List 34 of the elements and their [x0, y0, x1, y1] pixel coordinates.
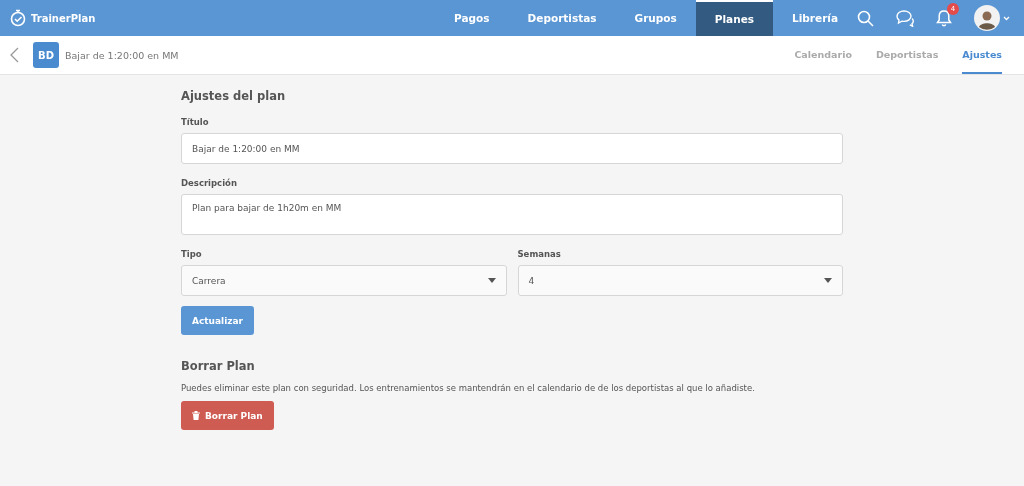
stopwatch-check-icon [10, 9, 26, 27]
caret-icon[interactable] [1003, 15, 1010, 21]
app-logo-text[interactable]: TrainerPlan [31, 12, 96, 24]
delete-plan-button[interactable]: Borrar Plan [181, 401, 274, 430]
dropdown-caret-icon [487, 278, 496, 283]
weeks-dropdown[interactable]: 4 [517, 265, 843, 296]
field-label: Descripción [181, 178, 238, 188]
section-heading: Ajustes del plan [181, 89, 287, 103]
bell-icon[interactable] [936, 9, 952, 27]
plan-title: Bajar de 1:20:00 en MM [65, 49, 179, 61]
type-dropdown[interactable]: Carrera [181, 265, 507, 296]
sub-tab[interactable]: Deportistas [875, 36, 939, 74]
dropdown-caret-icon [824, 278, 832, 283]
sub-tab[interactable]: Ajustes [962, 36, 1002, 74]
search-icon[interactable] [857, 9, 874, 27]
user-avatar[interactable] [974, 5, 1000, 31]
trash-icon [192, 411, 200, 420]
section-heading: Borrar Plan [181, 359, 256, 373]
nav-tab[interactable]: Pagos [435, 0, 509, 36]
back-icon[interactable] [10, 47, 19, 63]
field-label: Semanas [517, 249, 562, 259]
update-button[interactable]: Actualizar [181, 306, 254, 335]
description-text-area[interactable]: Plan para bajar de 1h20m en MM [181, 194, 843, 235]
chat-bubbles-icon[interactable] [896, 9, 914, 27]
delete-description: Puedes eliminar este plan con seguridad. Los entrenamientos se mantendrán en el calendario de de los deportistas al que lo añadiste. [181, 383, 756, 393]
plan-initials-avatar: BD [33, 42, 59, 68]
title-input-field[interactable]: Bajar de 1:20:00 en MM [181, 133, 843, 164]
nav-tab[interactable]: Librería [773, 0, 857, 36]
sub-tab[interactable]: Calendario [794, 36, 852, 74]
nav-tab[interactable]: Planes [695, 0, 774, 36]
field-label: Tipo [181, 249, 203, 259]
nav-tab[interactable]: Deportistas [508, 0, 616, 36]
nav-tab[interactable]: Grupos [615, 0, 696, 36]
field-label: Título [181, 117, 210, 127]
